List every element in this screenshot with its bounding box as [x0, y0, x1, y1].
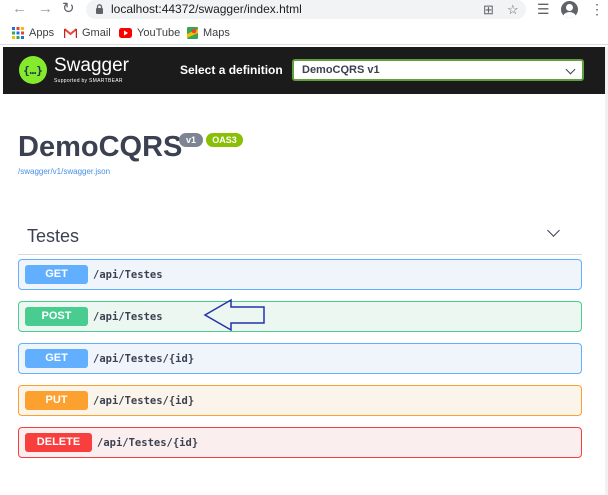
method-badge: GET [25, 265, 88, 284]
method-badge: PUT [25, 391, 88, 410]
annotation-arrow-icon [203, 298, 265, 332]
swagger-logo-icon[interactable]: {…} [19, 56, 47, 84]
browser-toolbar: ← → ↻ localhost:44372/swagger/index.html… [0, 0, 608, 20]
operation-path: /api/Testes/{id} [93, 353, 195, 365]
reading-list-icon[interactable]: ☰ [537, 1, 550, 17]
bookmarks-bar: Apps Gmail YouTube Maps [0, 20, 608, 45]
operation-path: /api/Testes [93, 311, 163, 323]
bookmark-label: Apps [29, 27, 55, 39]
operation-path: /api/Testes/{id} [93, 395, 195, 407]
method-badge: DELETE [25, 433, 92, 452]
swagger-topbar: {…} Swagger Supported by SMARTBEAR Selec… [3, 47, 606, 94]
operation-get-testes-id[interactable]: GET /api/Testes/{id} [18, 343, 582, 374]
bookmark-maps[interactable]: Maps [187, 25, 230, 41]
operation-path: /api/Testes/{id} [97, 437, 199, 449]
reload-icon[interactable]: ↻ [62, 1, 75, 17]
spec-link[interactable]: /swagger/v1/swagger.json [18, 167, 110, 177]
definition-select-value: DemoCQRS v1 [302, 64, 380, 76]
operation-get-testes[interactable]: GET /api/Testes [18, 259, 582, 290]
back-arrow-icon[interactable]: ← [12, 1, 27, 17]
profile-avatar-icon[interactable] [561, 1, 578, 18]
chevron-down-icon [565, 64, 576, 75]
bookmark-label: YouTube [137, 27, 181, 39]
operation-path: /api/Testes [93, 269, 163, 281]
star-icon[interactable]: ☆ [507, 2, 519, 17]
oas-badge: OAS3 [206, 133, 243, 147]
tag-title[interactable]: Testes [27, 226, 79, 246]
definition-select[interactable]: DemoCQRS v1 [292, 59, 584, 81]
definition-select-label: Select a definition [180, 63, 283, 77]
brand-name: Swagger [54, 55, 129, 76]
bookmark-label: Gmail [82, 27, 111, 39]
operation-delete-testes-id[interactable]: DELETE /api/Testes/{id} [18, 427, 582, 458]
bookmark-label: Maps [203, 27, 230, 39]
bookmark-gmail[interactable]: Gmail [64, 25, 111, 41]
translate-icon[interactable]: ⊞ [483, 2, 494, 17]
url-text: localhost:44372/swagger/index.html [111, 2, 302, 16]
forward-arrow-icon[interactable]: → [38, 1, 53, 17]
bookmark-apps[interactable]: Apps [12, 25, 54, 41]
method-badge: GET [25, 349, 88, 368]
menu-kebab-icon[interactable]: ⋮ [590, 1, 604, 17]
operation-put-testes-id[interactable]: PUT /api/Testes/{id} [18, 385, 582, 416]
bookmark-youtube[interactable]: YouTube [119, 25, 180, 41]
tag-divider [18, 254, 582, 255]
api-title: DemoCQRS [18, 131, 183, 163]
version-badge: v1 [179, 133, 203, 147]
operation-post-testes[interactable]: POST /api/Testes [18, 301, 582, 332]
brand-subtitle: Supported by SMARTBEAR [54, 78, 123, 84]
chevron-down-icon[interactable] [547, 224, 560, 237]
gmail-icon [64, 28, 77, 38]
lock-icon [96, 4, 103, 14]
apps-grid-icon [12, 27, 24, 39]
address-bar[interactable]: localhost:44372/swagger/index.html ⊞ ☆ [86, 0, 526, 19]
youtube-icon [119, 28, 132, 38]
method-badge: POST [25, 307, 88, 326]
maps-icon [187, 27, 198, 39]
